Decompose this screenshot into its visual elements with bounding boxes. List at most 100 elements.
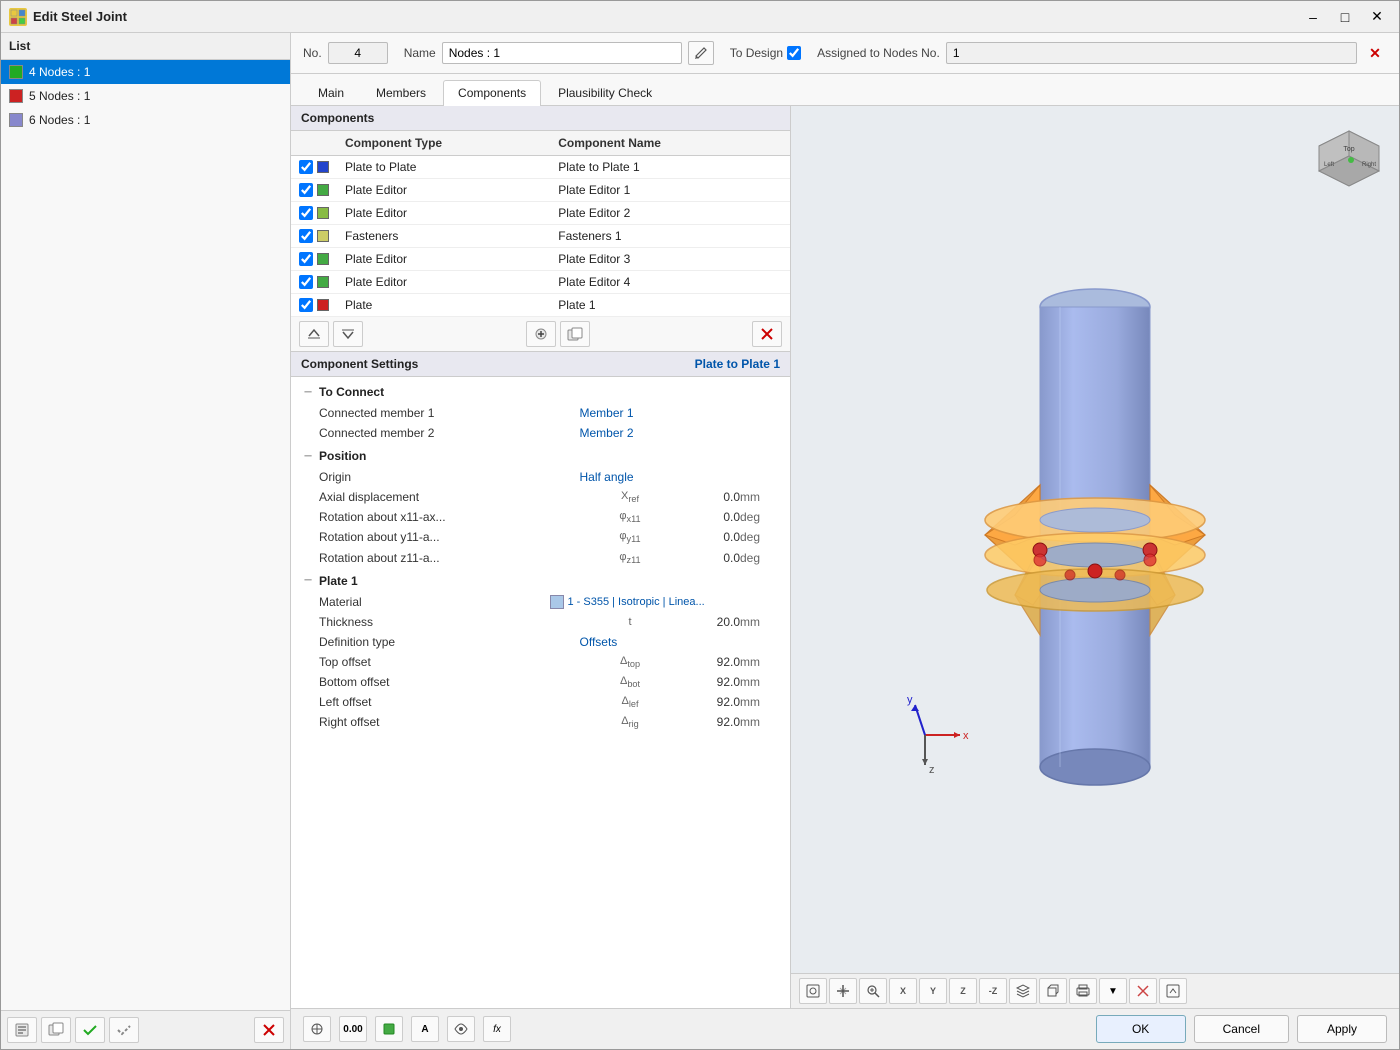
comp-checkbox[interactable] [299, 229, 313, 243]
uncheck-button[interactable] [109, 1017, 139, 1043]
check-button[interactable] [75, 1017, 105, 1043]
list-item-label: 5 Nodes : 1 [29, 89, 90, 103]
move-down-button[interactable] [333, 321, 363, 347]
rot-x11-label: Rotation about x11-ax... [319, 510, 600, 524]
to-connect-header[interactable]: ─ To Connect [291, 381, 790, 403]
thickness-unit: mm [740, 615, 780, 629]
comp-checkbox[interactable] [299, 160, 313, 174]
ok-button[interactable]: OK [1096, 1015, 1186, 1043]
origin-label: Origin [319, 470, 520, 484]
copy-component-button[interactable] [560, 321, 590, 347]
move-up-button[interactable] [299, 321, 329, 347]
view-export-button[interactable] [1159, 978, 1187, 1004]
settings-tree: ─ To Connect Connected member 1 Member 1 [291, 377, 790, 739]
add-list-item-button[interactable] [7, 1017, 37, 1043]
delete-list-item-button[interactable] [254, 1017, 284, 1043]
no-label: No. [303, 46, 322, 60]
view-close-button[interactable] [1129, 978, 1157, 1004]
tab-components[interactable]: Components [443, 80, 541, 106]
comp-checkbox[interactable] [299, 206, 313, 220]
thickness-value: 20.0 [660, 615, 740, 629]
collapse-icon: ─ [301, 449, 315, 463]
delete-component-button[interactable] [752, 321, 782, 347]
assigned-group: Assigned to Nodes No. ✕ [817, 41, 1387, 65]
add-component-button[interactable] [526, 321, 556, 347]
close-button[interactable]: ✕ [1363, 6, 1391, 28]
right-offset-value: 92.0 [660, 715, 740, 729]
comp-checkbox[interactable] [299, 298, 313, 312]
list-item[interactable]: 6 Nodes : 1 [1, 108, 290, 132]
comp-checkbox[interactable] [299, 275, 313, 289]
to-design-checkbox[interactable] [787, 46, 801, 60]
view-zoom-button[interactable] [859, 978, 887, 1004]
assigned-input[interactable] [946, 42, 1357, 64]
axial-disp-label: Axial displacement [319, 490, 600, 504]
view-rotate-z-button[interactable]: Z [949, 978, 977, 1004]
assigned-clear-button[interactable]: ✕ [1363, 41, 1387, 65]
apply-button[interactable]: Apply [1297, 1015, 1387, 1043]
comp-row[interactable]: Plate Plate 1 [291, 294, 790, 317]
list-item[interactable]: 4 Nodes : 1 [1, 60, 290, 84]
view-rotate-mz-button[interactable]: -Z [979, 978, 1007, 1004]
rot-y11-symbol: φy11 [600, 530, 660, 544]
list-item-color [9, 65, 23, 79]
value-icon-button[interactable]: 0.00 [339, 1016, 367, 1042]
no-input[interactable] [328, 42, 388, 64]
comp-checkbox[interactable] [299, 183, 313, 197]
left-offset-value: 92.0 [660, 695, 740, 709]
comp-row[interactable]: Plate to Plate Plate to Plate 1 [291, 156, 790, 179]
green-sq-icon-button[interactable] [375, 1016, 403, 1042]
comp-row[interactable]: Plate Editor Plate Editor 3 [291, 248, 790, 271]
window-title: Edit Steel Joint [33, 9, 1299, 24]
view-print-button[interactable] [1069, 978, 1097, 1004]
thickness-symbol: t [600, 616, 660, 628]
comp-checkbox[interactable] [299, 252, 313, 266]
name-edit-button[interactable] [688, 41, 714, 65]
comp-row[interactable]: Plate Editor Plate Editor 4 [291, 271, 790, 294]
rot-z11-value: 0.0 [660, 551, 740, 565]
cancel-button[interactable]: Cancel [1194, 1015, 1289, 1043]
grid-icon-button[interactable] [303, 1016, 331, 1042]
position-header[interactable]: ─ Position [291, 445, 790, 467]
origin-row: Origin Half angle [291, 467, 790, 487]
minimize-button[interactable]: – [1299, 6, 1327, 28]
view-rotate-y-button[interactable]: Y [919, 978, 947, 1004]
name-input[interactable] [442, 42, 682, 64]
plate1-header[interactable]: ─ Plate 1 [291, 570, 790, 592]
components-table: Component Type Component Name [291, 131, 790, 317]
comp-row[interactable]: Plate Editor Plate Editor 1 [291, 179, 790, 202]
nav-cube[interactable]: Top Left Right [1309, 116, 1389, 196]
comp-row[interactable]: Fasteners Fasteners 1 [291, 225, 790, 248]
3d-canvas[interactable]: Top Left Right [791, 106, 1399, 973]
rot-z11-label: Rotation about z11-a... [319, 551, 600, 565]
bottom-bar: 0.00 A fx OK Cancel Apply [291, 1008, 1399, 1049]
view-rotate-x-button[interactable]: X [889, 978, 917, 1004]
connected-member-1-label: Connected member 1 [319, 406, 520, 420]
rot-z11-row: Rotation about z11-a... φz11 0.0 deg [291, 548, 790, 568]
app-icon [9, 8, 27, 26]
duplicate-list-item-button[interactable] [41, 1017, 71, 1043]
comp-btn-row [291, 317, 790, 352]
text-icon-button[interactable]: A [411, 1016, 439, 1042]
view-pan-button[interactable] [829, 978, 857, 1004]
dialog-buttons: OK Cancel Apply [1096, 1015, 1387, 1043]
split-pane: Components Component Type Component Name [291, 106, 1399, 1008]
components-section-header: Components [291, 106, 790, 131]
view-layers-button[interactable] [1009, 978, 1037, 1004]
maximize-button[interactable]: □ [1331, 6, 1359, 28]
tab-main[interactable]: Main [303, 80, 359, 105]
bottom-offset-symbol: Δbot [600, 675, 660, 689]
connected-member-1-row: Connected member 1 Member 1 [291, 403, 790, 423]
list-item[interactable]: 5 Nodes : 1 [1, 84, 290, 108]
fx-icon-button[interactable]: fx [483, 1016, 511, 1042]
view-3d-button[interactable] [1039, 978, 1067, 1004]
rot-y11-row: Rotation about y11-a... φy11 0.0 deg [291, 527, 790, 547]
view-select-button[interactable] [799, 978, 827, 1004]
eye-icon-button[interactable] [447, 1016, 475, 1042]
comp-row[interactable]: Plate Editor Plate Editor 2 [291, 202, 790, 225]
tab-members[interactable]: Members [361, 80, 441, 105]
list-toolbar [1, 1010, 290, 1049]
tab-plausibility[interactable]: Plausibility Check [543, 80, 667, 105]
view-dropdown-button[interactable]: ▼ [1099, 978, 1127, 1004]
thickness-label: Thickness [319, 615, 600, 629]
